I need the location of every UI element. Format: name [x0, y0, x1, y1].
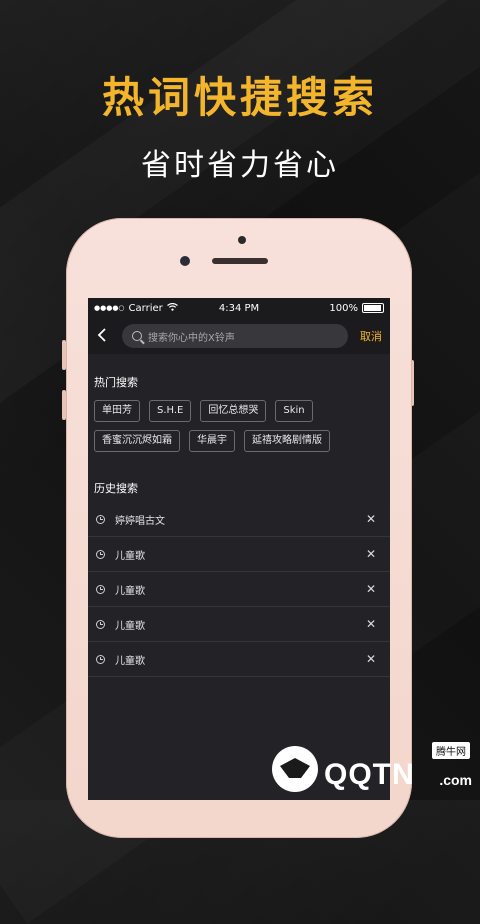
phone-screen: ●●●●○ Carrier 4:34 PM 100% 搜索你心中的X铃声 取消	[88, 298, 390, 800]
back-icon[interactable]	[96, 324, 122, 348]
close-icon[interactable]: ✕	[366, 617, 376, 631]
signal-dots-icon: ●●●●○	[94, 304, 125, 312]
hot-search-title: 热门搜索	[94, 376, 138, 389]
history-item-label: 儿童歌	[115, 655, 145, 667]
search-placeholder: 搜索你心中的X铃声	[148, 332, 235, 344]
clock-icon	[96, 549, 105, 559]
status-bar: ●●●●○ Carrier 4:34 PM 100%	[88, 298, 390, 318]
wifi-icon	[166, 302, 178, 314]
promo-subline: 省时省力省心	[141, 148, 339, 183]
hot-tag[interactable]: Skin	[275, 400, 313, 422]
hot-tag[interactable]: 单田芳	[94, 400, 140, 422]
close-icon[interactable]: ✕	[366, 547, 376, 561]
hot-tag[interactable]: S.H.E	[149, 400, 192, 422]
history-item[interactable]: 儿童歌 ✕	[88, 572, 390, 607]
history-list: 婷婷唱古文 ✕ 儿童歌 ✕ 儿童歌 ✕ 儿童歌 ✕ 儿童歌 ✕	[88, 502, 390, 677]
cancel-button[interactable]: 取消	[360, 328, 382, 344]
history-item-label: 儿童歌	[115, 620, 145, 632]
hot-search-tags: 单田芳 S.H.E 回忆总想哭 Skin 香蜜沉沉烬如霜 华晨宇 延禧攻略剧情版	[88, 390, 390, 452]
proximity-sensor	[180, 256, 190, 266]
clock-icon	[96, 584, 105, 594]
history-item-label: 婷婷唱古文	[115, 515, 165, 527]
search-icon	[132, 331, 142, 341]
hot-tag[interactable]: 华晨宇	[189, 430, 235, 452]
front-camera	[238, 236, 246, 244]
battery-icon	[362, 303, 384, 313]
close-icon[interactable]: ✕	[366, 652, 376, 666]
search-input[interactable]: 搜索你心中的X铃声	[122, 324, 348, 348]
close-icon[interactable]: ✕	[366, 582, 376, 596]
carrier-label: Carrier	[128, 302, 163, 314]
history-item-label: 儿童歌	[115, 550, 145, 562]
history-item[interactable]: 婷婷唱古文 ✕	[88, 502, 390, 537]
history-item[interactable]: 儿童歌 ✕	[88, 642, 390, 677]
history-item-label: 儿童歌	[115, 585, 145, 597]
history-title: 历史搜索	[94, 482, 138, 495]
search-header: 搜索你心中的X铃声 取消	[88, 318, 390, 354]
hot-tag[interactable]: 回忆总想哭	[200, 400, 267, 422]
history-item[interactable]: 儿童歌 ✕	[88, 607, 390, 642]
clock-icon	[96, 619, 105, 629]
battery-percent: 100%	[329, 302, 358, 314]
watermark-cn: 腾牛网	[432, 742, 470, 759]
clock-icon	[96, 654, 105, 664]
qqtn-logo-icon	[272, 746, 318, 792]
promo-headline: 热词快捷搜索	[101, 73, 378, 122]
watermark-brand: QQTN	[324, 758, 415, 791]
earpiece-speaker	[212, 258, 268, 264]
hot-tag[interactable]: 延禧攻略剧情版	[244, 430, 330, 452]
close-icon[interactable]: ✕	[366, 512, 376, 526]
watermark-domain: .com	[439, 772, 472, 788]
qqtn-watermark: QQTN 腾牛网 .com	[272, 742, 472, 794]
hot-tag[interactable]: 香蜜沉沉烬如霜	[94, 430, 180, 452]
history-item[interactable]: 儿童歌 ✕	[88, 537, 390, 572]
clock-icon	[96, 514, 105, 524]
